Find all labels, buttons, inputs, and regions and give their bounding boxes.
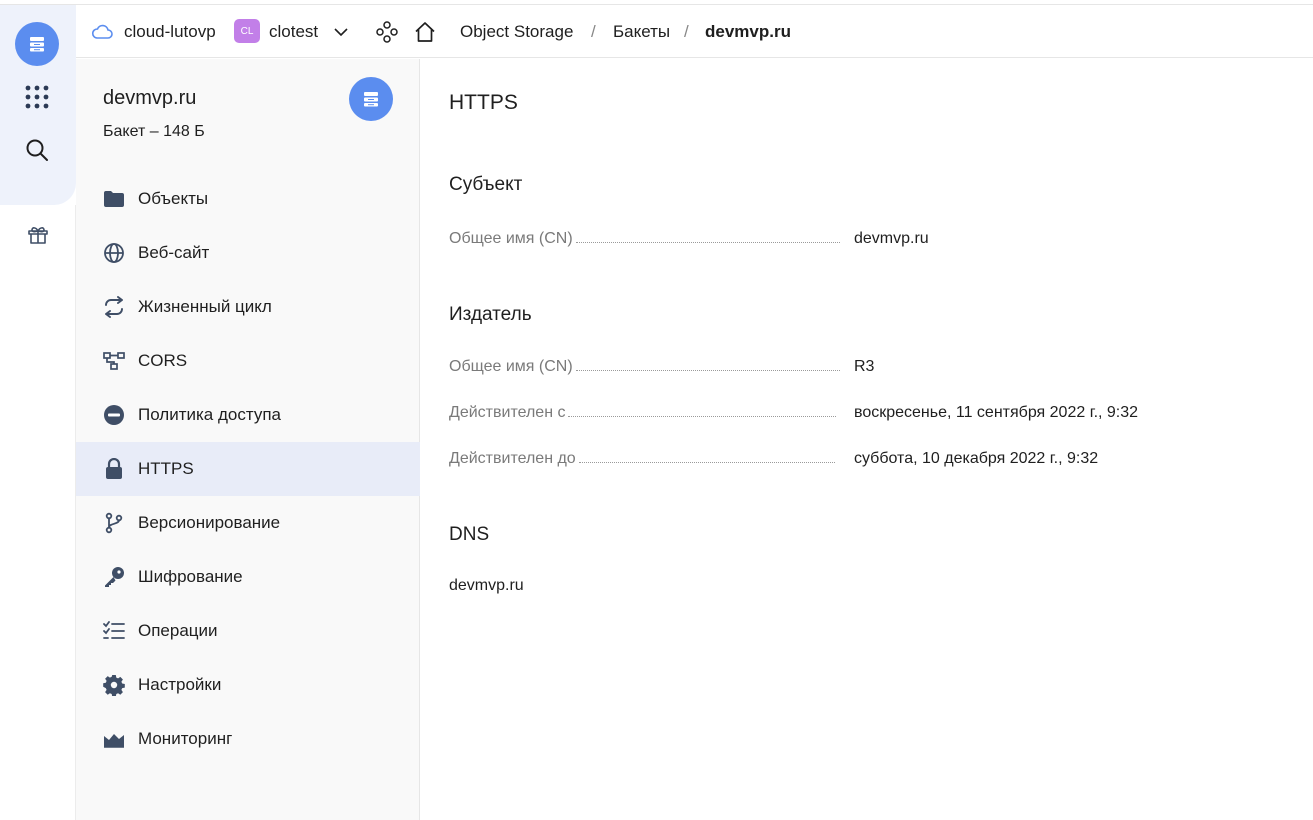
- branch-icon: [103, 512, 125, 534]
- sidebar-item-label: Операции: [138, 621, 218, 640]
- no-entry-icon: [103, 404, 125, 426]
- row-value: воскресенье, 11 сентября 2022 г., 9:32: [854, 404, 1139, 421]
- sidebar-item-monitoring[interactable]: Мониторинг: [76, 712, 420, 766]
- cycle-icon: [103, 296, 125, 318]
- gear-icon: [103, 674, 125, 696]
- sidebar-item-encryption[interactable]: Шифрование: [76, 550, 420, 604]
- sidebar-item-versioning[interactable]: Версионирование: [76, 496, 420, 550]
- sidebar-item-label: Версионирование: [138, 513, 281, 532]
- checklist-icon: [103, 620, 125, 642]
- services-icon[interactable]: [375, 5, 399, 58]
- bucket-sidebar: devmvp.ru Бакет – 148 Б Объекты Веб-сайт…: [76, 59, 420, 820]
- sidebar-item-website[interactable]: Веб-сайт: [76, 226, 420, 280]
- row-value: суббота, 10 декабря 2022 г., 9:32: [854, 450, 1099, 467]
- sidebar-item-label: Мониторинг: [138, 729, 233, 748]
- breadcrumb-buckets[interactable]: Бакеты: [613, 5, 670, 58]
- breadcrumb-separator: /: [591, 21, 596, 41]
- apps-grid-icon[interactable]: [24, 84, 50, 110]
- sidebar-item-cors[interactable]: CORS: [76, 334, 420, 388]
- cloud-icon: [91, 5, 113, 58]
- globe-icon: [103, 242, 125, 264]
- bucket-name: devmvp.ru: [103, 87, 197, 109]
- row-key: Общее имя (CN): [449, 230, 573, 247]
- dotted-leader: [575, 242, 840, 243]
- breadcrumb-separator: /: [684, 21, 689, 41]
- sidebar-item-label: Шифрование: [138, 567, 243, 586]
- folder-selector[interactable]: clotest: [269, 5, 318, 58]
- chevron-down-icon[interactable]: [333, 5, 349, 58]
- subject-section-title: Субъект: [449, 174, 523, 195]
- main-content: HTTPS Субъект Общее имя (CN) devmvp.ru И…: [421, 59, 1313, 820]
- cors-icon: [103, 350, 125, 372]
- dotted-leader: [568, 416, 837, 417]
- page-title: HTTPS: [449, 91, 518, 114]
- issuer-section-title: Издатель: [449, 304, 532, 325]
- sidebar-item-label: Политика доступа: [138, 405, 281, 424]
- top-header: cloud-lutovp CL clotest Object Storage /…: [76, 5, 1313, 58]
- row-key: Общее имя (CN): [449, 358, 573, 375]
- breadcrumb-object-storage[interactable]: Object Storage: [460, 5, 573, 58]
- object-storage-service-icon[interactable]: [15, 22, 59, 66]
- row-key: Действителен с: [449, 404, 566, 421]
- subject-cn-row: Общее имя (CN) devmvp.ru: [449, 226, 1279, 248]
- sidebar-item-operations[interactable]: Операции: [76, 604, 420, 658]
- search-icon[interactable]: [25, 138, 49, 162]
- folder-icon: [103, 188, 125, 210]
- sidebar-item-https[interactable]: HTTPS: [76, 442, 420, 496]
- row-key: Действителен до: [449, 450, 576, 467]
- sidebar-item-label: HTTPS: [138, 459, 194, 478]
- sidebar-item-objects[interactable]: Объекты: [76, 172, 420, 226]
- dns-value: devmvp.ru: [449, 577, 524, 594]
- folder-badge: CL: [234, 19, 260, 43]
- dns-section-title: DNS: [449, 524, 490, 545]
- issuer-valid-from-row: Действителен с воскресенье, 11 сентября …: [449, 400, 1279, 422]
- bucket-size: Бакет – 148 Б: [103, 123, 205, 140]
- global-nav-rail: [0, 5, 76, 820]
- chart-icon: [103, 728, 125, 750]
- gift-box-icon[interactable]: [26, 224, 50, 246]
- row-value: R3: [854, 358, 875, 375]
- key-icon: [103, 566, 125, 588]
- object-storage-icon: [349, 77, 393, 121]
- dotted-leader: [578, 462, 835, 463]
- sidebar-item-label: Объекты: [138, 189, 209, 208]
- home-icon[interactable]: [413, 5, 437, 58]
- sidebar-item-label: Жизненный цикл: [138, 297, 272, 316]
- dotted-leader: [575, 370, 840, 371]
- sidebar-item-label: Настройки: [138, 675, 222, 694]
- cloud-selector[interactable]: cloud-lutovp: [124, 5, 216, 58]
- sidebar-item-label: CORS: [138, 351, 188, 370]
- sidebar-item-lifecycle[interactable]: Жизненный цикл: [76, 280, 420, 334]
- issuer-valid-to-row: Действителен до суббота, 10 декабря 2022…: [449, 446, 1279, 468]
- sidebar-nav: Объекты Веб-сайт Жизненный цикл CORS Пол…: [76, 172, 420, 766]
- issuer-cn-row: Общее имя (CN) R3: [449, 354, 1279, 376]
- sidebar-item-label: Веб-сайт: [138, 243, 210, 262]
- lock-icon: [103, 458, 125, 480]
- sidebar-item-access-policy[interactable]: Политика доступа: [76, 388, 420, 442]
- sidebar-item-settings[interactable]: Настройки: [76, 658, 420, 712]
- row-value: devmvp.ru: [854, 230, 929, 247]
- breadcrumb-current-bucket: devmvp.ru: [705, 21, 791, 41]
